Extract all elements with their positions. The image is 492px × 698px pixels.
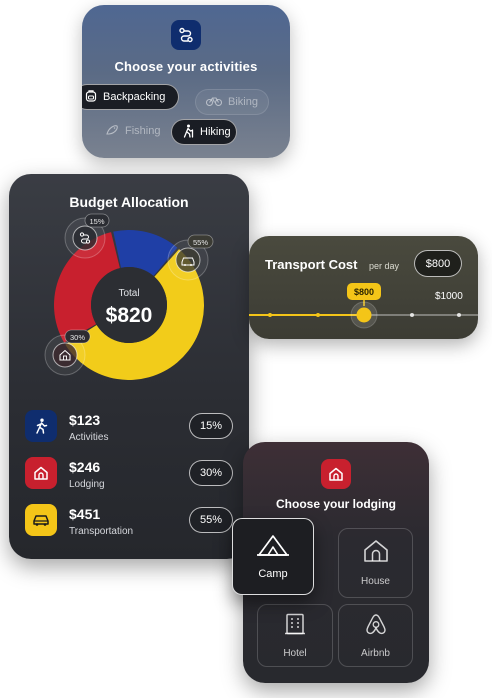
person-walking-icon (25, 410, 57, 442)
row-pct-activities[interactable]: 15% (189, 413, 233, 439)
airbnb-icon (365, 613, 387, 638)
slider-tick (457, 313, 461, 317)
lodging-option-airbnb[interactable]: Airbnb (338, 604, 413, 667)
chip-biking[interactable]: Biking (195, 89, 269, 115)
chip-label: Biking (228, 96, 258, 108)
activities-title: Choose your activities (114, 59, 258, 74)
slider-tick (268, 313, 272, 317)
row-label-activities: Activities (69, 432, 109, 443)
lodging-option-camp[interactable]: Camp (232, 518, 314, 595)
bike-icon (205, 96, 223, 109)
row-pct-transport[interactable]: 55% (189, 507, 233, 533)
house-icon (25, 457, 57, 489)
row-label-lodging: Lodging (69, 479, 105, 490)
slice-label-activities: 15% (89, 217, 104, 226)
hiking-icon (182, 124, 194, 141)
lodging-option-label: House (361, 576, 390, 587)
budget-donut-chart: Total $820 15% 55% 30% (44, 213, 214, 380)
row-pct-lodging[interactable]: 30% (189, 460, 233, 486)
route-icon (171, 20, 201, 50)
row-amount-transport: $451 (69, 506, 101, 522)
donut-total-value: $820 (106, 304, 153, 327)
row-label-transport: Transportation (69, 526, 134, 537)
slice-label-transport: 55% (193, 238, 208, 247)
chip-hiking[interactable]: Hiking (171, 119, 237, 145)
row-amount-activities: $123 (69, 412, 101, 428)
chip-fishing[interactable]: Fishing (94, 118, 171, 144)
transport-slider[interactable] (249, 236, 478, 339)
slice-label-lodging: 30% (70, 333, 85, 342)
lodging-option-label: Camp (258, 568, 288, 580)
car-icon (25, 504, 57, 536)
lodging-option-hotel[interactable]: Hotel (257, 604, 333, 667)
lodging-slice-marker[interactable]: 30% (44, 329, 91, 376)
tent-icon (257, 533, 289, 560)
budget-card: Budget Allocation Total $820 15% 55% 30% (9, 174, 249, 559)
slider-thumb (356, 307, 372, 323)
backpack-icon (85, 89, 97, 105)
lodging-option-label: Airbnb (361, 647, 390, 659)
house-icon (321, 459, 351, 489)
donut-total-label: Total (118, 288, 139, 299)
slider-tick (410, 313, 414, 317)
chip-label: Backpacking (103, 91, 166, 103)
lodging-title: Choose your lodging (276, 497, 396, 511)
house-icon (363, 539, 389, 566)
chip-backpacking[interactable]: Backpacking (82, 84, 179, 110)
transport-slice-marker[interactable]: 55% (167, 234, 214, 281)
lodging-option-house[interactable]: House (338, 528, 413, 598)
chip-label: Fishing (125, 125, 161, 137)
transport-cost-card: Transport Cost per day $800 $1000 $800 (249, 236, 478, 339)
chip-label: Hiking (200, 126, 231, 138)
activities-card: Choose your activities Backpacking Bikin… (82, 5, 290, 158)
hotel-icon (285, 613, 305, 638)
slider-tick (316, 313, 320, 317)
row-amount-lodging: $246 (69, 459, 101, 475)
fish-icon (105, 124, 119, 139)
lodging-option-label: Hotel (283, 647, 307, 659)
